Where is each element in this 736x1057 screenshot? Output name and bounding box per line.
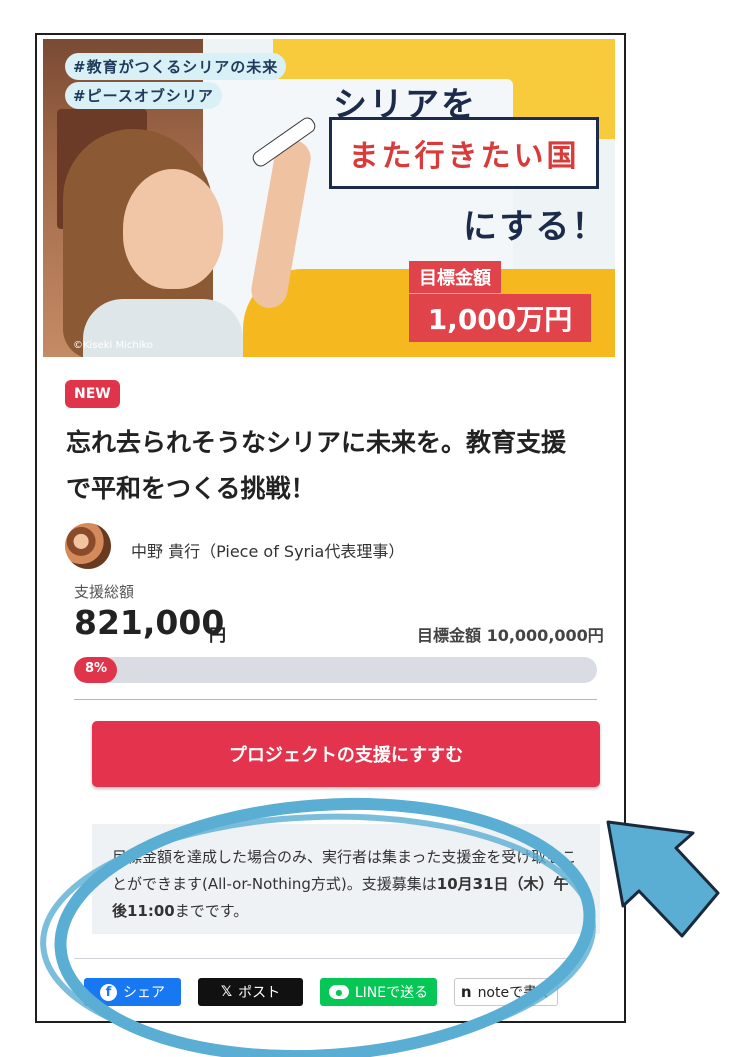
- raised-unit: 円: [209, 626, 226, 646]
- x-post-label: ポスト: [238, 985, 281, 1001]
- facebook-share-label: シェア: [123, 985, 165, 1001]
- facebook-icon: f: [100, 983, 117, 1001]
- divider: [74, 958, 574, 959]
- project-title: 忘れ去られそうなシリアに未来を。教育支援で平和をつくる挑戦！: [66, 428, 567, 503]
- note-icon: n: [460, 983, 472, 1001]
- x-logo-icon: 𝕏: [220, 984, 233, 1000]
- banner-goal-label: 目標金額: [409, 261, 501, 293]
- goal-amount-text: 目標金額 10,000,000円: [417, 626, 604, 645]
- facebook-share-button[interactable]: f シェア: [84, 978, 181, 1006]
- raised-label: 支援総額: [74, 583, 135, 601]
- banner-hashtag-piece-of-syria: #ピースオブシリア: [65, 82, 222, 109]
- author-name[interactable]: 中野 貴行（Piece of Syria代表理事）: [131, 538, 404, 562]
- x-post-button[interactable]: 𝕏 ポスト: [198, 978, 303, 1006]
- divider: [74, 699, 597, 700]
- progress-percent: 8%: [85, 661, 108, 676]
- photo-credit: ©Kiseki Michiko: [73, 340, 154, 351]
- banner-goal-amount: 1,000万円: [409, 294, 591, 342]
- banner-headline-box: また行きたい国: [329, 117, 599, 189]
- line-send-button[interactable]: ● LINEで送る: [320, 978, 437, 1006]
- notice-tail: までです。: [174, 902, 249, 920]
- banner-hashtag-education: #教育がつくるシリアの未来: [65, 53, 287, 80]
- note-write-label: noteで書く: [477, 985, 552, 1001]
- project-card: #教育がつくるシリアの未来 #ピースオブシリア シリアを また行きたい国 にする…: [35, 33, 626, 1023]
- raised-amount: 821,000: [74, 603, 225, 642]
- new-badge: NEW: [65, 380, 120, 408]
- banner-headline-bottom: にする！: [463, 207, 608, 247]
- funding-notice: 目標金額を達成した場合のみ、実行者は集まった支援金を受け取ることができます(Al…: [92, 824, 600, 934]
- hero-banner-image: #教育がつくるシリアの未来 #ピースオブシリア シリアを また行きたい国 にする…: [43, 39, 615, 357]
- line-icon: ●: [328, 985, 349, 999]
- author-avatar[interactable]: [65, 523, 111, 569]
- support-project-button[interactable]: プロジェクトの支援にすすむ: [92, 721, 600, 787]
- line-send-label: LINEで送る: [354, 985, 429, 1001]
- funding-progress-bar: 8%: [74, 657, 597, 683]
- note-write-button[interactable]: n noteで書く: [454, 978, 558, 1006]
